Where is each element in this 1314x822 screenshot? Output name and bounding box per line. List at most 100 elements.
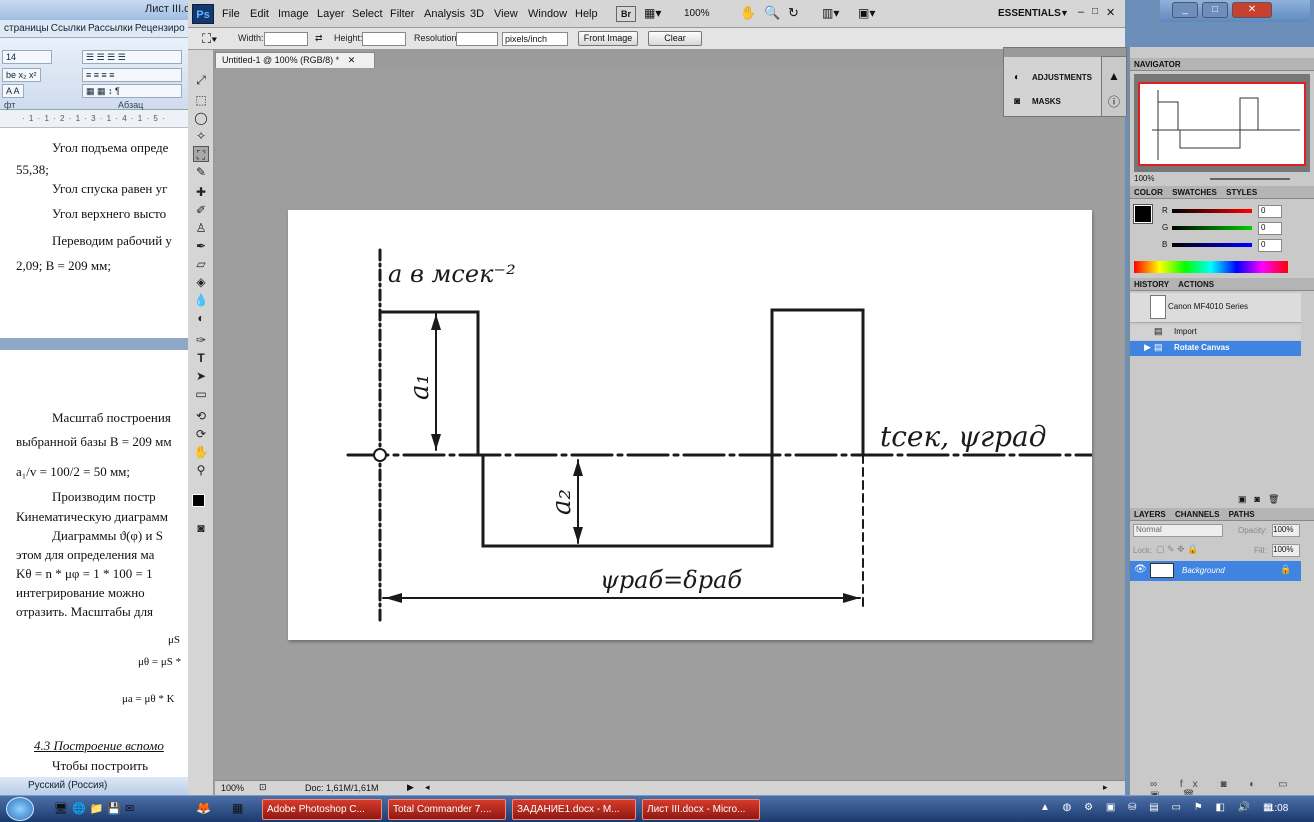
green-value-input[interactable]: 0 bbox=[1258, 222, 1282, 235]
color-spectrum-ramp[interactable] bbox=[1134, 261, 1288, 273]
navigator-zoom-slider[interactable] bbox=[1210, 178, 1290, 180]
red-value-input[interactable]: 0 bbox=[1258, 205, 1282, 218]
menu-filter[interactable]: Filter bbox=[390, 8, 414, 20]
bridge-icon[interactable]: Br bbox=[616, 6, 636, 22]
navigator-tab[interactable]: NAVIGATOR bbox=[1134, 60, 1181, 69]
info-icon[interactable]: ⓘ bbox=[1108, 93, 1120, 110]
menu-select[interactable]: Select bbox=[352, 8, 383, 20]
bg-maximize-icon[interactable]: □ bbox=[1202, 2, 1228, 18]
word-tab-review[interactable]: Рецензиро bbox=[135, 23, 185, 37]
channels-tab[interactable]: CHANNELS bbox=[1175, 510, 1219, 519]
menu-3d[interactable]: 3D bbox=[470, 8, 484, 20]
zoom-level-select[interactable]: 100% bbox=[684, 8, 710, 19]
clock[interactable]: 11:08 bbox=[1264, 803, 1288, 814]
quick-mask-icon[interactable]: ◙ bbox=[193, 520, 209, 536]
taskbar-photoshop[interactable]: Adobe Photoshop C... bbox=[262, 799, 382, 820]
taskbar-list-docx[interactable]: Лист III.docx - Micro... bbox=[642, 799, 760, 820]
type-tool-icon[interactable]: T bbox=[193, 350, 209, 366]
align-buttons[interactable]: ≡ ≡ ≡ ≡ bbox=[82, 68, 182, 82]
crop-tool-icon[interactable]: ⛶ bbox=[193, 146, 209, 162]
font-grow-button[interactable]: A A bbox=[2, 84, 24, 98]
history-footer-icons[interactable]: ▣◙🗑 bbox=[1238, 494, 1287, 505]
clear-button[interactable]: Clear bbox=[648, 31, 702, 46]
gradient-tool-icon[interactable]: ◈ bbox=[193, 274, 209, 290]
menu-window[interactable]: Window bbox=[528, 8, 567, 20]
color-foreground-swatch[interactable] bbox=[1133, 204, 1153, 224]
swatches-tab[interactable]: SWATCHES bbox=[1172, 188, 1217, 197]
history-tab[interactable]: HISTORY bbox=[1134, 280, 1169, 289]
document-tab-close-icon[interactable]: ✕ bbox=[348, 55, 356, 65]
menu-file[interactable]: File bbox=[222, 8, 240, 20]
status-menu-arrow-icon[interactable]: ▶ bbox=[407, 782, 414, 793]
workspace-chevron-icon[interactable]: ▼ bbox=[1060, 8, 1069, 18]
menu-help[interactable]: Help bbox=[575, 8, 598, 20]
screen-mode-menu-icon[interactable]: ▣▾ bbox=[858, 6, 875, 20]
taskbar-zadanie-docx[interactable]: ЗАДАНИЕ1.docx - M... bbox=[512, 799, 636, 820]
system-tray-icons[interactable]: ▲ ◍ ⚙ ▣ ⛁ ▤ ▭ ⚑ ◧ 🔊 ▦ bbox=[1040, 802, 1277, 813]
document-tab[interactable]: Untitled-1 @ 100% (RGB/8) * ✕ bbox=[215, 52, 375, 68]
layer-row-background[interactable]: 👁 Background 🔒 bbox=[1130, 561, 1301, 581]
styles-tab[interactable]: STYLES bbox=[1226, 188, 1257, 197]
adjustments-button[interactable]: ADJUSTMENTS bbox=[1032, 73, 1092, 82]
arrange-documents-icon[interactable]: ▥▾ bbox=[822, 6, 839, 20]
word-status-language[interactable]: Русский (Россия) bbox=[0, 777, 214, 795]
paths-tab[interactable]: PATHS bbox=[1229, 510, 1255, 519]
font-size-select[interactable]: 14 bbox=[2, 50, 52, 64]
spot-healing-tool-icon[interactable]: ✚ bbox=[193, 184, 209, 200]
bg-minimize-icon[interactable]: _ bbox=[1172, 2, 1198, 18]
hand-tool-icon[interactable]: ✋ bbox=[193, 444, 209, 460]
adjustments-icon[interactable]: ◐ bbox=[1014, 72, 1020, 83]
blur-tool-icon[interactable]: 💧 bbox=[193, 292, 209, 308]
foreground-color-swatch[interactable] bbox=[192, 494, 205, 507]
history-item-selected[interactable]: ▶ ▤ Rotate Canvas bbox=[1130, 341, 1301, 356]
list-buttons[interactable]: ☰ ☰ ☰ ☰ bbox=[82, 50, 182, 64]
hscroll-left-icon[interactable]: ◂ bbox=[425, 782, 430, 793]
clone-stamp-tool-icon[interactable]: ♙ bbox=[193, 220, 209, 236]
zoom-tool-icon[interactable]: 🔍 bbox=[764, 5, 780, 21]
masks-icon[interactable]: ◙ bbox=[1014, 96, 1020, 107]
front-image-button[interactable]: Front Image bbox=[578, 31, 638, 46]
3d-rotate-tool-icon[interactable]: ⟲ bbox=[193, 408, 209, 424]
status-preview-icon[interactable]: ⊡ bbox=[259, 782, 267, 793]
word-tab-page[interactable]: страницы bbox=[4, 23, 49, 37]
layer-visibility-eye-icon[interactable]: 👁 bbox=[1134, 564, 1147, 575]
bg-close-icon[interactable]: ✕ bbox=[1232, 2, 1272, 18]
brush-tool-icon[interactable]: ✐ bbox=[193, 202, 209, 218]
path-selection-tool-icon[interactable]: ➤ bbox=[193, 368, 209, 384]
history-brush-tool-icon[interactable]: ✒ bbox=[193, 238, 209, 254]
word-tab-mailings[interactable]: Рассылки bbox=[88, 23, 133, 37]
close-icon[interactable]: ✕ bbox=[1106, 6, 1115, 19]
history-item[interactable]: ▤ Import bbox=[1130, 325, 1301, 340]
screen-mode-icon[interactable]: ▦▾ bbox=[644, 6, 661, 20]
histogram-icon[interactable]: ▲ bbox=[1108, 69, 1120, 83]
resolution-input[interactable] bbox=[456, 32, 498, 46]
resolution-units-select[interactable]: pixels/inch bbox=[502, 32, 568, 46]
hscroll-right-icon[interactable]: ▸ bbox=[1103, 782, 1108, 793]
opacity-input[interactable]: 100% bbox=[1272, 524, 1300, 537]
height-input[interactable] bbox=[362, 32, 406, 46]
eyedropper-tool-icon[interactable]: ✎ bbox=[193, 164, 209, 180]
document-canvas[interactable]: a в мсек⁻² tсек, ψград a₁ a₂ ψраб=δраб bbox=[288, 210, 1135, 640]
firefox-icon[interactable]: 🦊 bbox=[196, 801, 211, 815]
green-slider[interactable] bbox=[1172, 226, 1252, 230]
app-icon[interactable]: ▦ bbox=[232, 801, 243, 815]
color-tab[interactable]: COLOR bbox=[1134, 188, 1163, 197]
menu-edit[interactable]: Edit bbox=[250, 8, 269, 20]
red-slider[interactable] bbox=[1172, 209, 1252, 213]
move-tool-icon[interactable]: ⤢ bbox=[193, 72, 209, 88]
shading-buttons[interactable]: ▦ ▦ ↕ ¶ bbox=[82, 84, 182, 98]
quick-launch-icons[interactable]: 🖥🌐📁💾✉ bbox=[54, 802, 138, 815]
menu-layer[interactable]: Layer bbox=[317, 8, 345, 20]
workspace-switcher[interactable]: ESSENTIALS bbox=[998, 8, 1061, 19]
marquee-tool-icon[interactable]: ⬚ bbox=[193, 92, 209, 108]
lasso-tool-icon[interactable]: ◯ bbox=[193, 110, 209, 126]
menu-analysis[interactable]: Analysis bbox=[424, 8, 465, 20]
start-orb-icon[interactable] bbox=[6, 797, 34, 821]
taskbar-total-commander[interactable]: Total Commander 7.... bbox=[388, 799, 506, 820]
hand-tool-icon[interactable]: ✋ bbox=[740, 5, 756, 21]
swap-dimensions-icon[interactable]: ⇄ bbox=[315, 33, 323, 44]
width-input[interactable] bbox=[264, 32, 308, 46]
blue-value-input[interactable]: 0 bbox=[1258, 239, 1282, 252]
navigator-zoom-field[interactable]: 100% bbox=[1134, 174, 1154, 183]
dodge-tool-icon[interactable]: ◐ bbox=[193, 310, 209, 326]
